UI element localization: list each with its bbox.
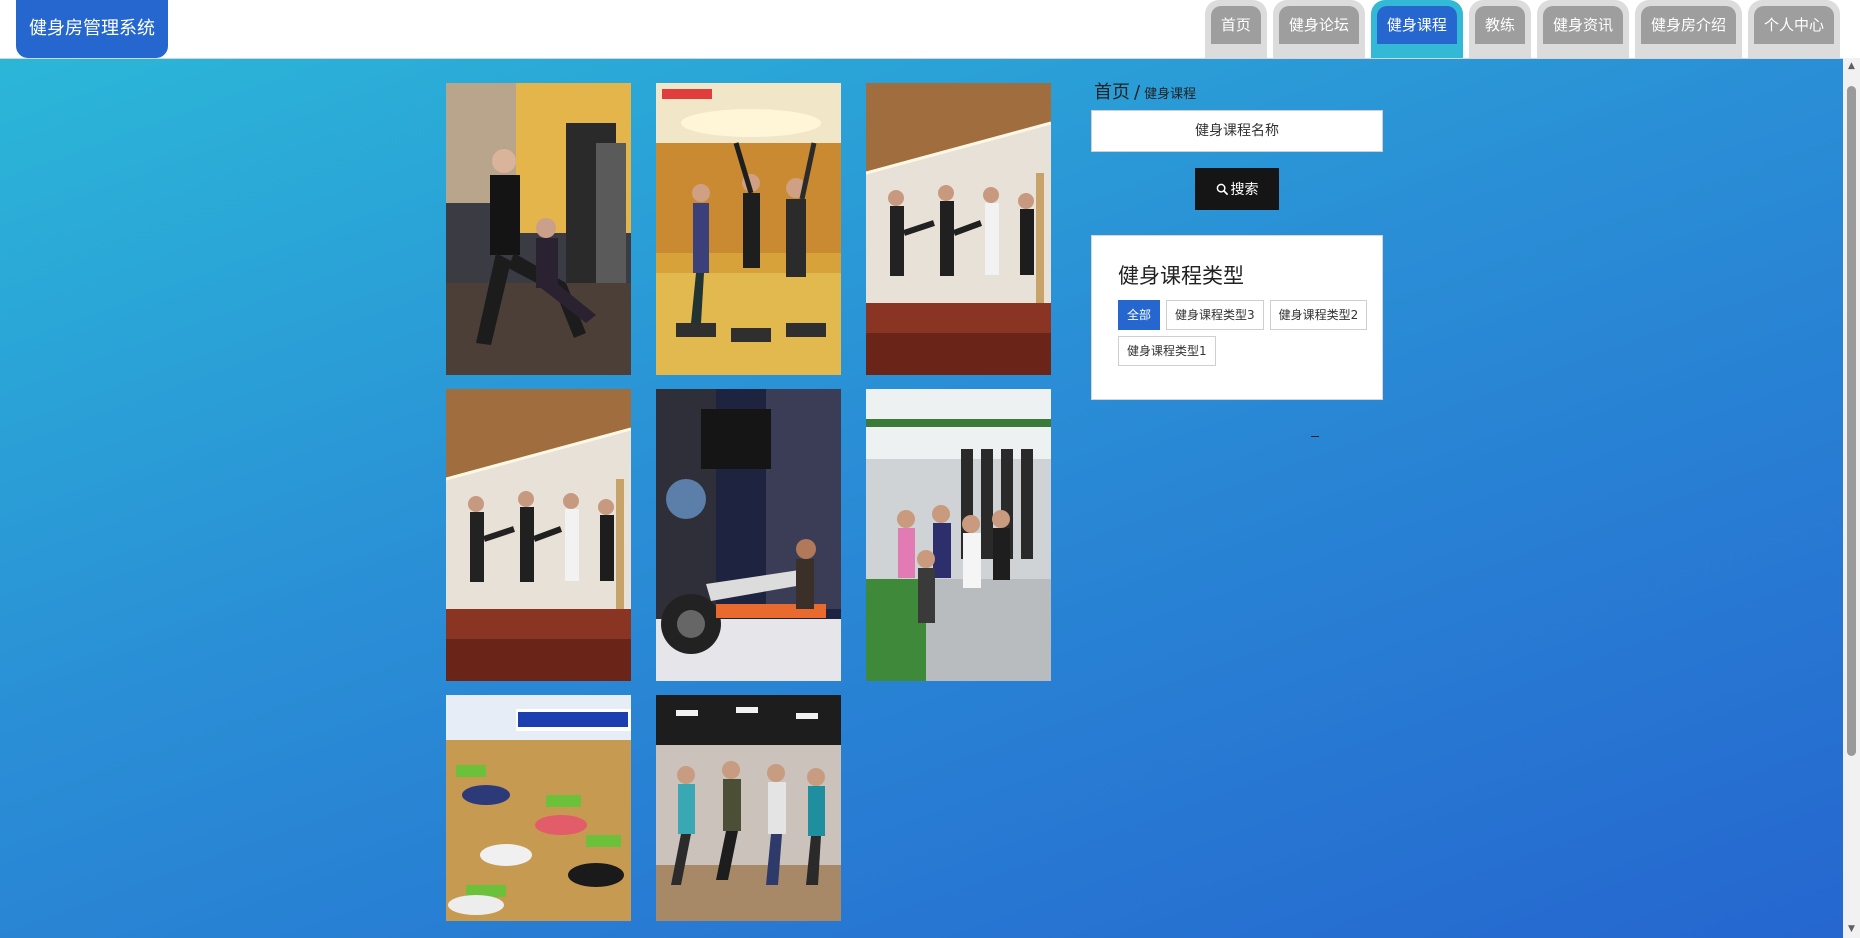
course-type-panel: 健身课程类型 全部 健身课程类型3 健身课程类型2 健身课程类型1	[1091, 235, 1383, 400]
course-photo	[446, 389, 631, 681]
course-card-image[interactable]	[656, 83, 841, 375]
course-photo	[866, 83, 1051, 375]
nav-tab-coaches[interactable]: 教练	[1468, 0, 1531, 58]
nav-tab-label: 首页	[1210, 6, 1261, 44]
course-card-image[interactable]	[656, 389, 841, 681]
filter-type-2[interactable]: 健身课程类型2	[1269, 300, 1368, 330]
course-type-filters: 全部 健身课程类型3 健身课程类型2 健身课程类型1	[1118, 300, 1368, 366]
scroll-up-arrow-icon[interactable]: ▲	[1843, 58, 1860, 75]
panel-title: 健身课程类型	[1118, 264, 1244, 288]
nav-tab-label: 个人中心	[1753, 6, 1834, 44]
course-photo	[656, 389, 841, 681]
search-button[interactable]: 搜索	[1195, 168, 1279, 210]
scrollbar-thumb[interactable]	[1847, 86, 1856, 756]
course-photo	[446, 695, 631, 921]
nav-tab-label: 健身论坛	[1278, 6, 1359, 44]
course-card-image[interactable]	[446, 389, 631, 681]
nav-tab-home[interactable]: 首页	[1204, 0, 1267, 58]
nav-tab-label: 健身房介绍	[1640, 6, 1736, 44]
nav-tab-label: 健身资讯	[1542, 6, 1623, 44]
course-card-image[interactable]	[446, 83, 631, 375]
search-input[interactable]	[1091, 110, 1383, 152]
course-photo	[866, 389, 1051, 681]
app-logo-title[interactable]: 健身房管理系统	[16, 0, 168, 58]
breadcrumb-separator: /	[1134, 82, 1141, 103]
course-photo	[656, 83, 841, 375]
nav-tab-label: 健身课程	[1376, 6, 1457, 44]
nav-tab-forum[interactable]: 健身论坛	[1272, 0, 1365, 58]
course-card-image[interactable]	[446, 695, 631, 921]
nav-tab-gym-intro[interactable]: 健身房介绍	[1634, 0, 1742, 58]
filter-all[interactable]: 全部	[1118, 300, 1161, 330]
search-icon	[1216, 183, 1228, 195]
top-bar: 健身房管理系统 首页 健身论坛 健身课程 教练 健身资讯 健身房介绍 个人中心	[0, 0, 1860, 59]
breadcrumb-home[interactable]: 首页	[1094, 82, 1130, 103]
course-card-image[interactable]	[656, 695, 841, 921]
scroll-down-arrow-icon[interactable]: ▼	[1843, 921, 1860, 938]
course-grid	[446, 83, 1052, 923]
course-card-image[interactable]	[866, 83, 1051, 375]
nav-tab-courses[interactable]: 健身课程	[1370, 0, 1463, 58]
nav-tab-profile[interactable]: 个人中心	[1747, 0, 1840, 58]
search-button-label: 搜索	[1230, 182, 1259, 198]
course-photo	[656, 695, 841, 921]
nav-tab-label: 教练	[1474, 6, 1525, 44]
filter-type-3[interactable]: 健身课程类型3	[1166, 300, 1264, 330]
nav-tab-news[interactable]: 健身资讯	[1536, 0, 1629, 58]
page-scrollbar[interactable]: ▲ ▼	[1843, 58, 1860, 938]
main-nav: 首页 健身论坛 健身课程 教练 健身资讯 健身房介绍 个人中心	[1204, 0, 1840, 58]
course-card-image[interactable]	[866, 389, 1051, 681]
filter-type-1[interactable]: 健身课程类型1	[1118, 336, 1216, 366]
breadcrumb: 首页 / 健身课程	[1094, 78, 1196, 104]
divider-mark	[1311, 436, 1319, 437]
breadcrumb-current: 健身课程	[1144, 87, 1197, 102]
course-photo	[446, 83, 631, 375]
